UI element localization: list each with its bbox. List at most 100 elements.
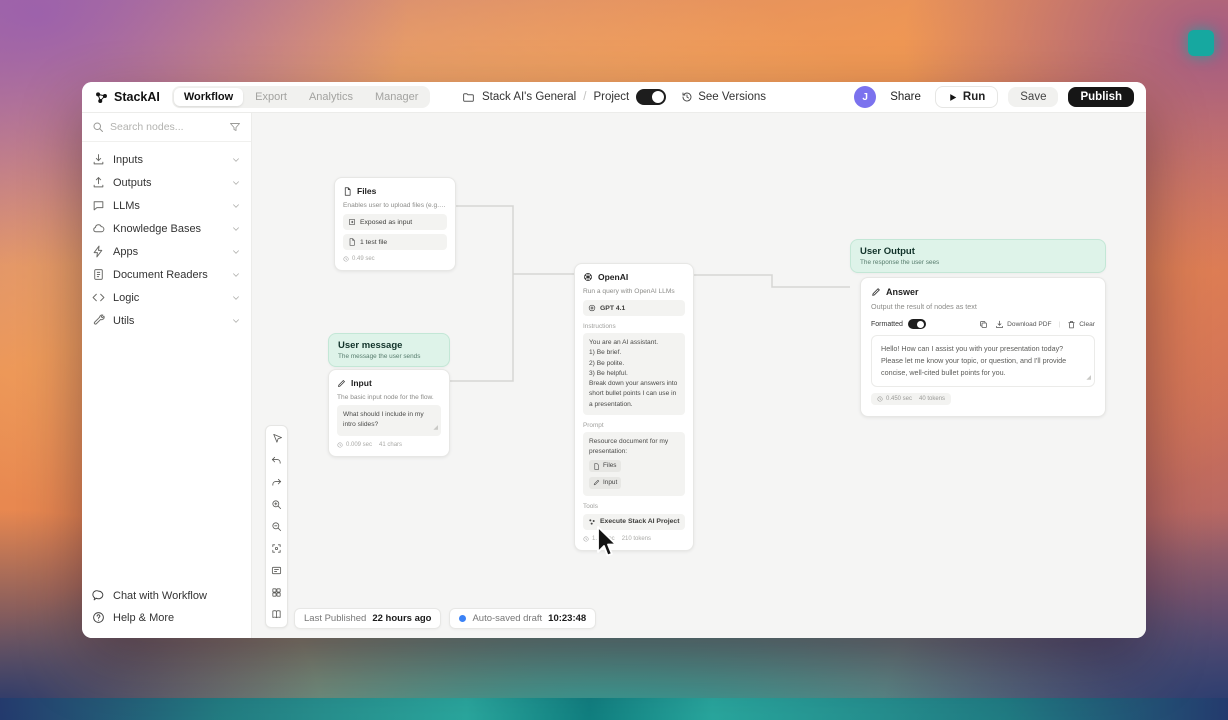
guide-book-button[interactable] bbox=[268, 607, 285, 622]
brand[interactable]: StackAI bbox=[94, 90, 160, 105]
resize-handle-icon[interactable]: ◢ bbox=[433, 424, 438, 433]
prompt-text: Resource document for my presentation: bbox=[589, 437, 669, 455]
formatted-toggle[interactable] bbox=[907, 319, 926, 330]
test-file-row[interactable]: 1 test file bbox=[343, 234, 447, 251]
trash-icon bbox=[1068, 320, 1075, 328]
undo-button[interactable] bbox=[268, 453, 285, 468]
sidebar-item-label: Apps bbox=[113, 245, 139, 258]
prompt-textarea[interactable]: Resource document for my presentation: F… bbox=[583, 431, 685, 496]
prompt-chip-input[interactable]: Input bbox=[589, 476, 622, 489]
user-output-subtitle: The response the user sees bbox=[860, 259, 940, 266]
run-button[interactable]: Run bbox=[934, 86, 999, 108]
prompt-label: Prompt bbox=[583, 421, 604, 429]
breadcrumb-separator: / bbox=[583, 91, 587, 103]
sidebar-item-label: Document Readers bbox=[113, 268, 208, 281]
autosave-dot-icon bbox=[459, 615, 467, 622]
sidebar-item-label: LLMs bbox=[113, 199, 140, 212]
filter-icon[interactable] bbox=[229, 121, 241, 133]
input-textarea[interactable]: What should I include in my intro slides… bbox=[337, 405, 441, 436]
code-icon bbox=[92, 293, 105, 302]
answer-node-title: Answer bbox=[886, 287, 919, 297]
breadcrumb-folder[interactable]: Stack AI's General bbox=[482, 91, 576, 103]
sidebar-item-label: Knowledge Bases bbox=[113, 222, 202, 235]
instructions-textarea[interactable]: You are an AI assistant. 1) Be brief. 2)… bbox=[583, 333, 685, 415]
pointer-tool-button[interactable] bbox=[268, 431, 285, 446]
help-and-more-button[interactable]: Help & More bbox=[92, 611, 241, 624]
pencil-icon bbox=[872, 288, 880, 296]
sidebar-item-utils[interactable]: Utils bbox=[92, 309, 241, 332]
copy-icon[interactable] bbox=[979, 320, 988, 329]
main-tabs: Workflow Export Analytics Manager bbox=[171, 86, 431, 108]
user-output-title: User Output bbox=[860, 246, 915, 257]
tab-manager[interactable]: Manager bbox=[365, 88, 428, 106]
play-icon bbox=[950, 93, 957, 101]
instructions-label: Instructions bbox=[583, 323, 616, 331]
brand-name: StackAI bbox=[114, 90, 160, 104]
chevron-down-icon bbox=[233, 203, 239, 208]
redo-button[interactable] bbox=[268, 475, 285, 490]
workflow-canvas[interactable]: Files Enables user to upload files (e.g.… bbox=[252, 113, 1146, 638]
pencil-icon bbox=[593, 480, 600, 486]
files-node[interactable]: Files Enables user to upload files (e.g.… bbox=[334, 177, 456, 272]
sidebar-item-knowledge-bases[interactable]: Knowledge Bases bbox=[92, 217, 241, 240]
sidebar-item-outputs[interactable]: Outputs bbox=[92, 171, 241, 194]
header-actions: J Share Run Save Publish bbox=[854, 86, 1134, 108]
clear-button[interactable]: Clear bbox=[1067, 320, 1095, 329]
sidebar-item-document-readers[interactable]: Document Readers bbox=[92, 263, 241, 286]
sidebar-item-logic[interactable]: Logic bbox=[92, 286, 241, 309]
search-input[interactable] bbox=[110, 121, 223, 133]
download-icon bbox=[996, 320, 1004, 328]
user-output-banner[interactable]: User Output The response the user sees bbox=[850, 239, 1106, 273]
chat-icon bbox=[93, 201, 104, 211]
model-selector[interactable]: GPT 4.1 bbox=[583, 300, 685, 317]
openai-node-tokens: 210 tokens bbox=[621, 535, 652, 542]
zoom-out-button[interactable] bbox=[268, 519, 285, 534]
tools-label: Tools bbox=[583, 502, 598, 510]
chat-with-workflow-button[interactable]: Chat with Workflow bbox=[92, 589, 241, 602]
chat-bubble-icon bbox=[92, 590, 104, 601]
resize-handle-icon[interactable]: ◢ bbox=[1086, 374, 1091, 384]
help-icon bbox=[93, 612, 104, 623]
input-node-chars: 41 chars bbox=[379, 441, 403, 448]
model-name: GPT 4.1 bbox=[600, 304, 626, 312]
openai-node-runtime: 1.33 sec bbox=[583, 536, 615, 542]
input-node-description: The basic input node for the flow. bbox=[337, 394, 434, 401]
tab-export[interactable]: Export bbox=[245, 88, 297, 106]
exposed-as-input-row[interactable]: Exposed as input bbox=[343, 214, 447, 231]
share-button[interactable]: Share bbox=[886, 87, 925, 107]
user-message-banner[interactable]: User message The message the user sends bbox=[328, 333, 450, 367]
answer-output-textarea[interactable]: Hello! How can I assist you with your pr… bbox=[871, 335, 1095, 387]
see-versions-label: See Versions bbox=[698, 91, 767, 103]
tool-row[interactable]: Execute Stack AI Project bbox=[583, 513, 685, 530]
prompt-chip-files[interactable]: Files bbox=[589, 460, 621, 473]
canvas-status-bar: Last Published 22 hours ago Auto-saved d… bbox=[294, 608, 597, 629]
project-toggle[interactable] bbox=[636, 89, 667, 105]
download-pdf-button[interactable]: Download PDF bbox=[995, 320, 1052, 329]
notes-button[interactable] bbox=[268, 563, 285, 578]
save-button[interactable]: Save bbox=[1008, 87, 1059, 107]
avatar[interactable]: J bbox=[854, 86, 877, 108]
tab-workflow[interactable]: Workflow bbox=[173, 88, 244, 106]
sidebar-item-inputs[interactable]: Inputs bbox=[92, 148, 241, 171]
grid-view-button[interactable] bbox=[268, 585, 285, 600]
sidebar-item-label: Logic bbox=[113, 291, 140, 304]
sidebar-item-label: Inputs bbox=[113, 153, 143, 166]
breadcrumb-project[interactable]: Project bbox=[593, 91, 629, 103]
folder-icon bbox=[463, 92, 474, 102]
publish-button[interactable]: Publish bbox=[1068, 87, 1134, 107]
openai-node[interactable]: OpenAI Run a query with OpenAI LLMs GPT … bbox=[574, 263, 694, 551]
last-published-pill: Last Published 22 hours ago bbox=[294, 608, 442, 629]
sidebar-item-llms[interactable]: LLMs bbox=[92, 194, 241, 217]
upload-icon bbox=[93, 177, 104, 188]
fit-view-button[interactable] bbox=[268, 541, 285, 556]
divider: | bbox=[1058, 320, 1061, 328]
zoom-in-button[interactable] bbox=[268, 497, 285, 512]
see-versions-button[interactable]: See Versions bbox=[681, 91, 766, 103]
tab-analytics[interactable]: Analytics bbox=[299, 88, 363, 106]
exposed-input-icon bbox=[349, 219, 355, 226]
input-node[interactable]: Input The basic input node for the flow.… bbox=[328, 369, 450, 457]
sidebar-item-apps[interactable]: Apps bbox=[92, 240, 241, 263]
history-icon bbox=[682, 92, 692, 102]
stackai-app-window: StackAI Workflow Export Analytics Manage… bbox=[82, 82, 1146, 638]
answer-node[interactable]: Answer Output the result of nodes as tex… bbox=[860, 277, 1106, 417]
